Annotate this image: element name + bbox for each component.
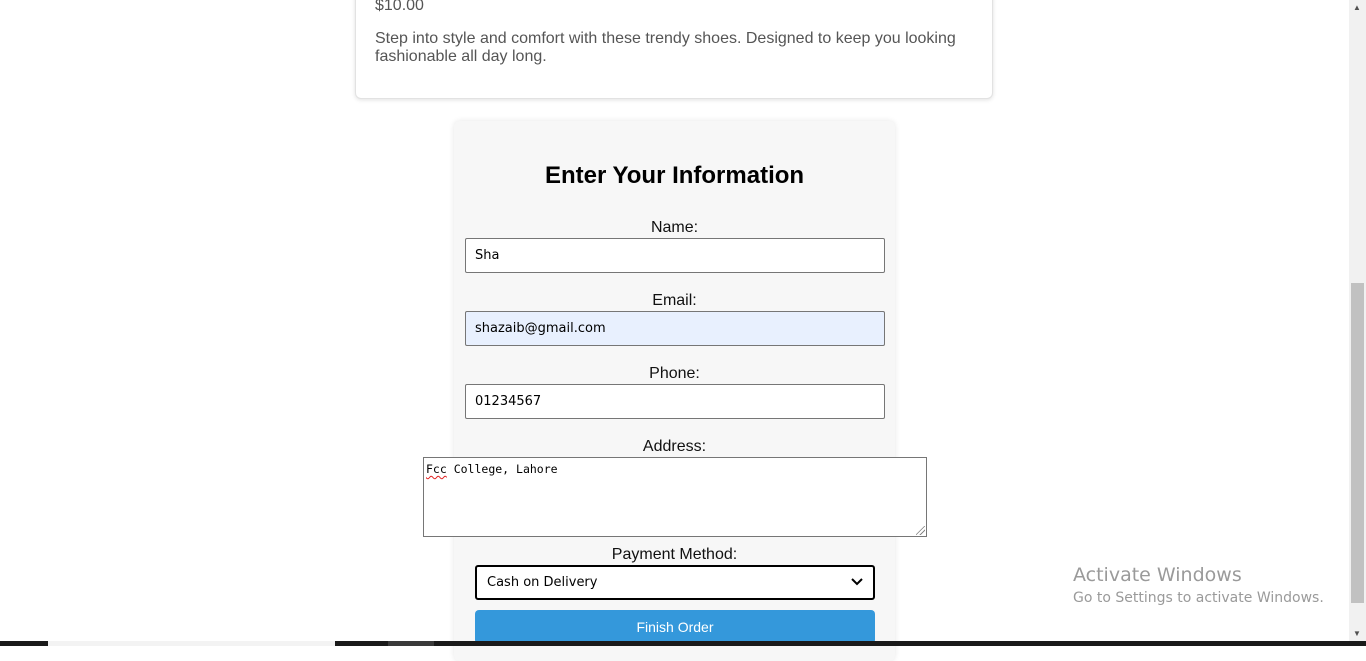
watermark-title: Activate Windows: [1073, 564, 1242, 586]
form-title: Enter Your Information: [544, 162, 805, 189]
email-input-value: shazaib@gmail.com: [475, 321, 606, 336]
scroll-up-arrow-icon[interactable]: ▲: [1353, 3, 1361, 12]
taskbar-app-icon[interactable]: [388, 641, 434, 646]
name-input[interactable]: Sha: [465, 238, 885, 273]
product-description: Step into style and comfort with these t…: [375, 30, 956, 65]
page-scrollbar[interactable]: ▲ ▼: [1349, 0, 1366, 641]
phone-input-value: 01234567: [475, 394, 542, 409]
taskbar-search-box[interactable]: [48, 641, 335, 646]
chevron-down-icon: [851, 576, 863, 589]
address-text: College, Lahore: [446, 462, 558, 476]
product-price: $10.00: [375, 0, 424, 14]
product-card: $10.00 Step into style and comfort with …: [355, 0, 993, 99]
payment-method-label: Payment Method:: [611, 546, 738, 563]
email-input[interactable]: shazaib@gmail.com: [465, 311, 885, 346]
finish-order-button[interactable]: Finish Order: [475, 610, 875, 644]
name-label: Name:: [650, 219, 699, 236]
address-label: Address:: [642, 438, 707, 455]
scrollbar-thumb[interactable]: [1351, 283, 1364, 603]
phone-label: Phone:: [649, 365, 700, 382]
os-taskbar: [0, 641, 1366, 646]
phone-input[interactable]: 01234567: [465, 384, 885, 419]
resize-handle-icon[interactable]: [916, 526, 925, 535]
payment-method-value: Cash on Delivery: [487, 575, 598, 590]
email-label: Email:: [652, 292, 697, 309]
payment-method-select[interactable]: Cash on Delivery: [475, 565, 875, 600]
name-input-value: Sha: [475, 248, 500, 263]
address-textarea[interactable]: Fcc College, Lahore: [423, 457, 927, 537]
scroll-down-arrow-icon[interactable]: ▼: [1353, 629, 1361, 638]
address-misspelled-word: Fcc: [426, 462, 447, 476]
watermark-subtitle: Go to Settings to activate Windows.: [1073, 590, 1324, 606]
activate-windows-watermark: Activate Windows Go to Settings to activ…: [1073, 564, 1324, 606]
